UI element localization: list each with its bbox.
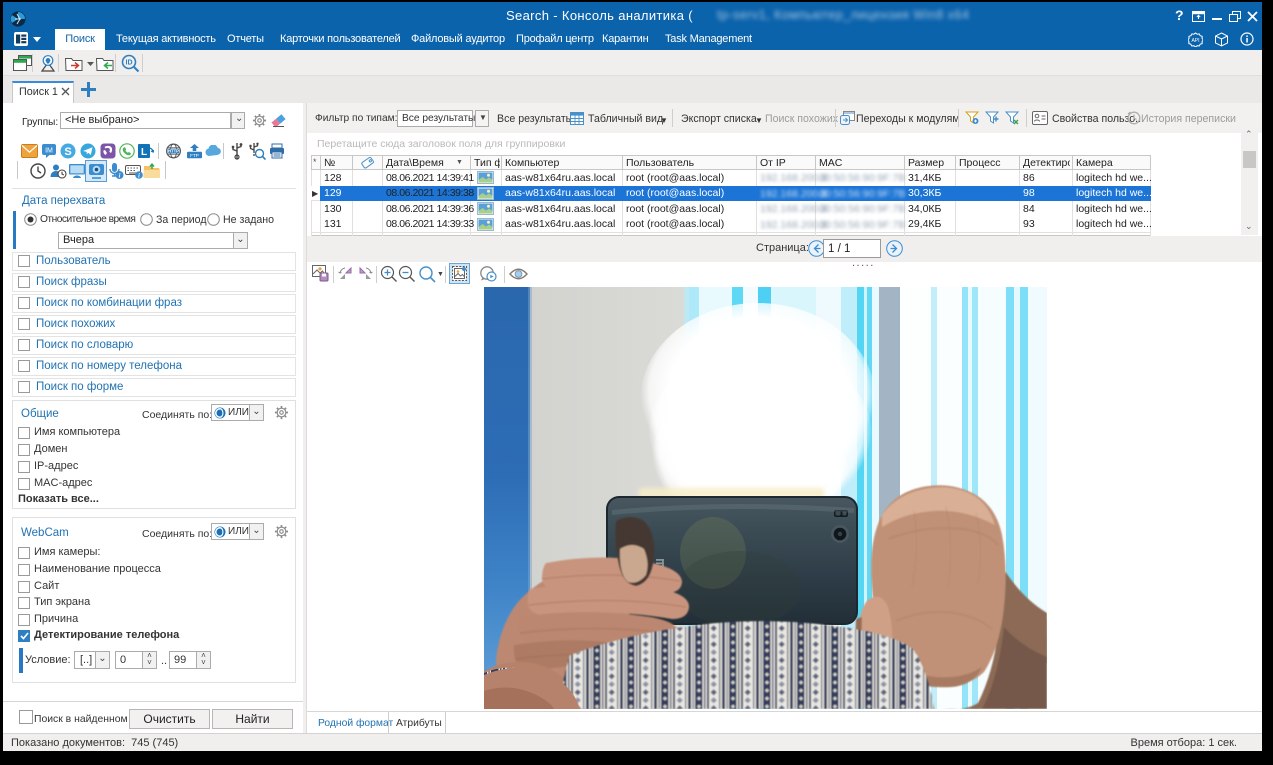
- svg-text:API: API: [1191, 38, 1199, 44]
- svg-text:FTP: FTP: [190, 153, 199, 158]
- svg-text:L: L: [141, 147, 147, 158]
- svg-text:IM: IM: [45, 148, 53, 155]
- svg-text:i: i: [119, 173, 121, 180]
- svg-text:ID: ID: [126, 60, 133, 67]
- svg-text:HTTP: HTTP: [168, 148, 179, 153]
- svg-text:S: S: [64, 146, 71, 158]
